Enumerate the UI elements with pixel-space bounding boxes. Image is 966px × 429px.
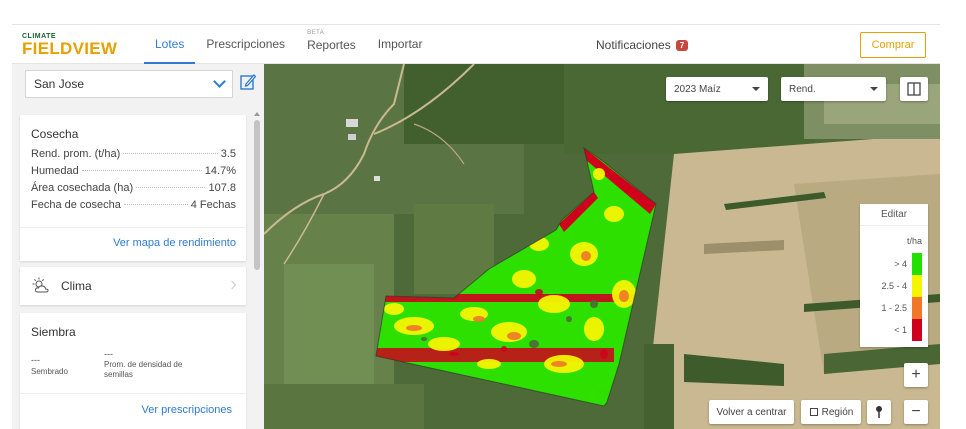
notifications-label: Notificaciones: [596, 38, 671, 52]
beta-tag: BETA: [307, 30, 325, 36]
dropdown-arrow-icon: [752, 87, 760, 91]
split-view-icon: [907, 82, 921, 96]
weather-label: Clima: [61, 279, 92, 293]
view-prescriptions-link[interactable]: Ver prescripciones: [142, 404, 233, 416]
dropdown-arrow-icon: [870, 87, 878, 91]
sowing-card: Siembra --- Sembrado --- Prom. de densid…: [20, 313, 246, 429]
moisture-value: 14.7%: [204, 165, 236, 177]
legend-label: < 1: [894, 325, 907, 335]
tab-lotes[interactable]: Lotes: [144, 24, 196, 64]
moisture-label: Humedad: [31, 165, 79, 177]
tab-importar-label: Importar: [377, 37, 423, 51]
sown-label: Sembrado: [31, 367, 68, 376]
dot-leader: [136, 187, 206, 188]
zoom-in-button[interactable]: +: [904, 363, 928, 387]
yield-value: 3.5: [220, 148, 236, 160]
date-value: 4 Fechas: [190, 199, 236, 211]
seed-density-label: Prom. de densidad de semillas: [104, 360, 183, 379]
area-label: Área cosechada (ha): [31, 182, 134, 194]
harvest-row-yield: Rend. prom. (t/ha) 3.5: [31, 148, 236, 160]
scrollbar-thumb[interactable]: [254, 120, 260, 270]
harvest-card: Cosecha Rend. prom. (t/ha) 3.5 Humedad 1…: [20, 115, 246, 261]
area-value: 107.8: [208, 182, 236, 194]
notifications-count-badge: 7: [675, 39, 689, 51]
pin-icon: [876, 406, 882, 418]
notifications-button[interactable]: Notificaciones 7: [596, 25, 689, 65]
date-label: Fecha de cosecha: [31, 199, 121, 211]
seed-density-value: ---: [104, 349, 113, 359]
legend-item: 1 - 2.5: [881, 297, 922, 319]
dot-leader: [81, 170, 202, 171]
legend-swatch: [912, 297, 922, 319]
legend-item: < 1: [894, 319, 922, 341]
map-view[interactable]: 2023 Maíz Rend. Editar t/ha > 4 2.5 - 4 …: [264, 64, 940, 429]
logo-fieldview-text: FIELDVIEW: [22, 39, 118, 58]
scroll-up-arrow-icon[interactable]: [254, 112, 260, 116]
weather-card[interactable]: Clima: [20, 267, 246, 305]
tab-reportes-label: Reportes: [307, 38, 356, 52]
tab-importar[interactable]: Importar: [367, 24, 434, 64]
yield-map-overlay: [375, 146, 657, 407]
drop-pin-button[interactable]: [867, 400, 891, 424]
sown-value: ---: [31, 355, 40, 365]
chevron-right-icon: [227, 280, 237, 290]
chevron-down-icon: [213, 75, 226, 88]
legend-swatch: [912, 253, 922, 275]
main-nav: Lotes Prescripciones BETA Reportes Impor…: [144, 24, 433, 64]
legend-label: 1 - 2.5: [881, 303, 907, 313]
recenter-button[interactable]: Volver a centrar: [709, 400, 794, 424]
legend-label: > 4: [894, 259, 907, 269]
yield-legend: Editar t/ha > 4 2.5 - 4 1 - 2.5 < 1: [860, 204, 928, 347]
legend-swatch: [912, 275, 922, 297]
legend-unit: t/ha: [906, 236, 922, 246]
legend-label: 2.5 - 4: [881, 281, 907, 291]
zoom-out-button[interactable]: −: [904, 400, 928, 424]
harvest-title: Cosecha: [31, 127, 79, 141]
harvest-row-date: Fecha de cosecha 4 Fechas: [31, 199, 236, 211]
harvest-row-moisture: Humedad 14.7%: [31, 165, 236, 177]
buy-button[interactable]: Comprar: [860, 32, 926, 58]
legend-edit-button[interactable]: Editar: [860, 204, 928, 226]
edit-farm-icon[interactable]: [240, 73, 256, 91]
split-view-button[interactable]: [900, 77, 928, 101]
dot-leader: [123, 204, 188, 205]
top-navigation-bar: CLIMATE FIELDVIEW Lotes Prescripciones B…: [12, 24, 940, 64]
tab-prescripciones[interactable]: Prescripciones: [195, 24, 296, 64]
legend-item: 2.5 - 4: [881, 275, 922, 297]
legend-item: > 4: [894, 253, 922, 275]
layer-select-dropdown[interactable]: Rend.: [781, 77, 886, 101]
region-polygon-icon: [809, 408, 818, 416]
view-yield-map-link[interactable]: Ver mapa de rendimiento: [113, 237, 236, 249]
card-divider: [20, 393, 246, 394]
card-divider: [20, 227, 246, 228]
yield-label: Rend. prom. (t/ha): [31, 148, 121, 160]
sidebar-panel: San Jose Cosecha Rend. prom. (t/ha) 3.5 …: [12, 64, 264, 429]
region-label: Región: [821, 406, 854, 418]
dot-leader: [123, 153, 218, 154]
legend-swatch: [912, 319, 922, 341]
farm-select-value: San Jose: [34, 77, 85, 91]
season-select-value: 2023 Maíz: [674, 83, 721, 95]
fieldview-logo[interactable]: CLIMATE FIELDVIEW: [22, 29, 134, 59]
tab-reportes[interactable]: BETA Reportes: [296, 24, 367, 64]
layer-select-value: Rend.: [789, 83, 816, 95]
tab-lotes-label: Lotes: [155, 37, 185, 51]
sowing-title: Siembra: [31, 325, 76, 339]
season-select-dropdown[interactable]: 2023 Maíz: [666, 77, 768, 101]
region-button[interactable]: Región: [801, 400, 861, 424]
farm-select-dropdown[interactable]: San Jose: [25, 70, 233, 98]
sidebar-scrollbar[interactable]: [254, 112, 260, 429]
weather-sun-cloud-icon: [32, 277, 49, 293]
harvest-row-area: Área cosechada (ha) 107.8: [31, 182, 236, 194]
tab-prescripciones-label: Prescripciones: [206, 37, 286, 51]
